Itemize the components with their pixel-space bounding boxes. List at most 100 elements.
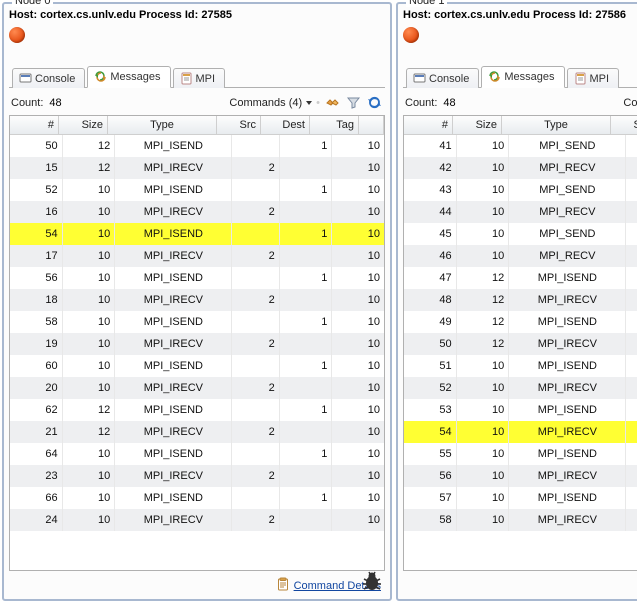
cell-type: MPI_RECV: [509, 157, 626, 179]
cell-num: 50: [404, 333, 456, 355]
cell-num: 52: [10, 179, 62, 201]
table-row[interactable]: 4610MPI_RECV0*10: [404, 245, 637, 267]
cell-num: 56: [404, 465, 456, 487]
table-row[interactable]: 1710MPI_IRECV210: [10, 245, 384, 267]
table-scroll[interactable]: 4110MPI_SEND2104210MPI_RECV0*104310MPI_S…: [404, 135, 637, 570]
cell-dest: [279, 377, 332, 399]
node-title: Node 1: [406, 0, 447, 7]
cell-type: MPI_ISEND: [115, 135, 232, 157]
table-row[interactable]: 4912MPI_ISEND210: [404, 311, 637, 333]
table-row[interactable]: 6610MPI_ISEND110: [10, 487, 384, 509]
table-row[interactable]: 4812MPI_IRECV010: [404, 289, 637, 311]
table-row[interactable]: 1512MPI_IRECV210: [10, 157, 384, 179]
col-type[interactable]: Type: [108, 116, 217, 135]
table-row[interactable]: 5810MPI_ISEND110: [10, 311, 384, 333]
table-row[interactable]: 6010MPI_ISEND110: [10, 355, 384, 377]
refresh-icon[interactable]: [366, 94, 383, 111]
tab-console[interactable]: Console: [406, 68, 479, 88]
cell-src: [232, 443, 279, 465]
cell-size: 12: [456, 289, 509, 311]
col-dest[interactable]: Dest: [261, 116, 310, 135]
handshake-icon[interactable]: [324, 94, 341, 111]
table-scroll[interactable]: 5012MPI_ISEND1101512MPI_IRECV2105210MPI_…: [10, 135, 384, 570]
table-row[interactable]: 5610MPI_IRECV010: [404, 465, 637, 487]
commands-dropdown[interactable]: Commands (4): [623, 97, 637, 109]
bug-icon[interactable]: [360, 569, 384, 593]
table-row[interactable]: 4410MPI_RECV0*10: [404, 201, 637, 223]
cell-num: 44: [404, 201, 456, 223]
cell-num: 43: [404, 179, 456, 201]
cell-num: 45: [404, 223, 456, 245]
table-row[interactable]: 1610MPI_IRECV210: [10, 201, 384, 223]
table-row[interactable]: 5110MPI_ISEND210: [404, 355, 637, 377]
tab-messages[interactable]: Messages: [87, 66, 170, 88]
commands-dropdown[interactable]: Commands (4): [229, 97, 312, 109]
table-row[interactable]: 5012MPI_ISEND110: [10, 135, 384, 157]
table-row[interactable]: 5710MPI_ISEND210: [404, 487, 637, 509]
cell-src: [626, 135, 637, 157]
cell-src: 0: [626, 201, 637, 223]
col-src[interactable]: Src: [217, 116, 261, 135]
tab-console[interactable]: Console: [12, 68, 85, 88]
table-row[interactable]: 1810MPI_IRECV210: [10, 289, 384, 311]
command-details-link[interactable]: Command Details: [403, 571, 637, 594]
table-row[interactable]: 5610MPI_ISEND110: [10, 267, 384, 289]
table-row[interactable]: 5410MPI_IRECV010: [404, 421, 637, 443]
cell-num: 23: [10, 465, 62, 487]
stop-icon[interactable]: [9, 27, 25, 43]
count-label: Count:: [405, 97, 437, 109]
cell-src: 2: [232, 509, 279, 531]
cell-dest: 1: [279, 135, 332, 157]
table-row[interactable]: 6410MPI_ISEND110: [10, 443, 384, 465]
cell-size: 10: [456, 487, 509, 509]
cell-type: MPI_IRECV: [115, 421, 232, 443]
cell-type: MPI_IRECV: [115, 377, 232, 399]
col-type[interactable]: Type: [502, 116, 611, 135]
cell-src: 0: [626, 377, 637, 399]
table-row[interactable]: 4310MPI_SEND210: [404, 179, 637, 201]
tab-mpi[interactable]: MPI: [173, 68, 226, 88]
node-header: Host: cortex.cs.unlv.edu Process Id: 275…: [9, 9, 385, 21]
table-row[interactable]: 2010MPI_IRECV210: [10, 377, 384, 399]
cell-type: MPI_IRECV: [115, 465, 232, 487]
cell-num: 42: [404, 157, 456, 179]
col-size[interactable]: Size: [453, 116, 502, 135]
col-num[interactable]: #: [10, 116, 59, 135]
cell-num: 20: [10, 377, 62, 399]
table-row[interactable]: 2310MPI_IRECV210: [10, 465, 384, 487]
cell-type: MPI_ISEND: [115, 487, 232, 509]
tab-mpi[interactable]: MPI: [567, 68, 620, 88]
col-num[interactable]: #: [404, 116, 453, 135]
messages-icon: [488, 70, 501, 83]
table-row[interactable]: 2112MPI_IRECV210: [10, 421, 384, 443]
stop-icon[interactable]: [403, 27, 419, 43]
table-row[interactable]: 4210MPI_RECV0*10: [404, 157, 637, 179]
table-row[interactable]: 5210MPI_ISEND110: [10, 179, 384, 201]
table-row[interactable]: 4110MPI_SEND210: [404, 135, 637, 157]
table-row[interactable]: 5310MPI_ISEND210: [404, 399, 637, 421]
messages-table: #SizeTypeSrcDestTag4110MPI_SEND2104210MP…: [403, 115, 637, 571]
filter-icon[interactable]: [345, 94, 362, 111]
cell-num: 56: [10, 267, 62, 289]
table-row[interactable]: 1910MPI_IRECV210: [10, 333, 384, 355]
table-row[interactable]: 5012MPI_IRECV010: [404, 333, 637, 355]
col-size[interactable]: Size: [59, 116, 108, 135]
col-tag[interactable]: Tag: [310, 116, 359, 135]
table-row[interactable]: 5210MPI_IRECV010: [404, 377, 637, 399]
table-row[interactable]: 2410MPI_IRECV210: [10, 509, 384, 531]
tab-messages[interactable]: Messages: [481, 66, 564, 88]
cell-size: 10: [456, 421, 509, 443]
cell-size: 10: [62, 465, 115, 487]
table-row[interactable]: 4712MPI_ISEND210: [404, 267, 637, 289]
table-row[interactable]: 5810MPI_IRECV010: [404, 509, 637, 531]
command-details-link[interactable]: Command Details: [9, 571, 385, 594]
table-row[interactable]: 5410MPI_ISEND110: [10, 223, 384, 245]
table-row[interactable]: 4510MPI_SEND210: [404, 223, 637, 245]
cell-size: 10: [62, 223, 115, 245]
cell-src: 0: [626, 157, 637, 179]
table-row[interactable]: 5510MPI_ISEND210: [404, 443, 637, 465]
col-src[interactable]: Src: [611, 116, 637, 135]
tab-label: MPI: [590, 73, 610, 85]
cell-dest: [279, 157, 332, 179]
table-row[interactable]: 6212MPI_ISEND110: [10, 399, 384, 421]
